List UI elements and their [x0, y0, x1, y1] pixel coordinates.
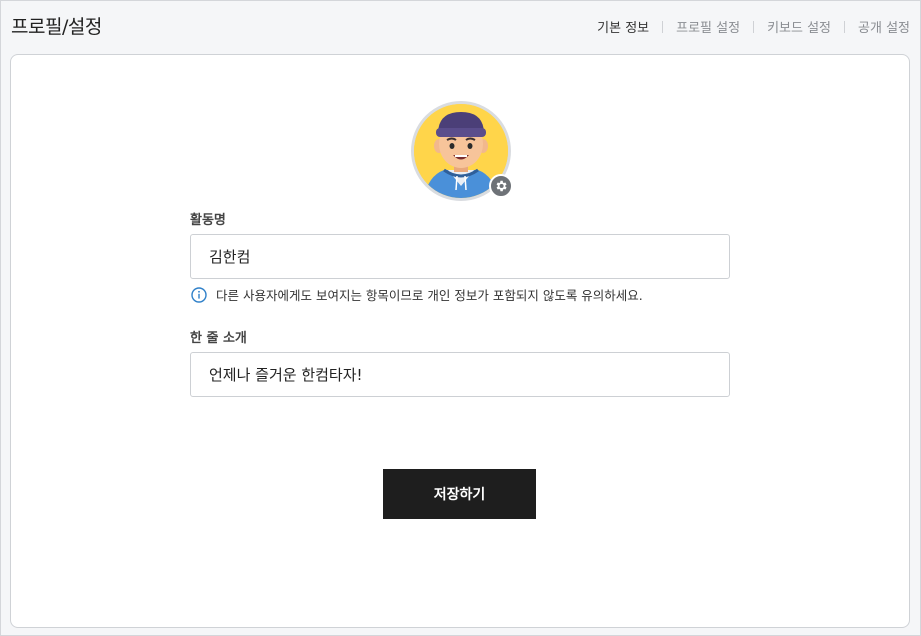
gear-icon [496, 180, 507, 192]
tab-keyboard-settings[interactable]: 키보드 설정 [767, 17, 831, 36]
intro-input[interactable] [190, 352, 730, 397]
nickname-hint: 다른 사용자에게도 보여지는 항목이므로 개인 정보가 포함되지 않도록 유의하… [191, 285, 643, 304]
nickname-label: 활동명 [190, 213, 226, 228]
settings-tabs: 기본 정보 프로필 설정 키보드 설정 공개 설정 [597, 17, 910, 36]
save-button[interactable]: 저장하기 [383, 469, 536, 519]
tab-divider [844, 20, 846, 33]
tab-divider [662, 20, 664, 33]
tab-privacy-settings[interactable]: 공개 설정 [858, 17, 910, 36]
hint-text: 다른 사용자에게도 보여지는 항목이므로 개인 정보가 포함되지 않도록 유의하… [216, 288, 643, 303]
page-title: 프로필/설정 [11, 16, 102, 38]
nickname-input[interactable] [190, 234, 730, 279]
tab-profile-settings[interactable]: 프로필 설정 [676, 17, 740, 36]
profile-panel: 활동명 다른 사용자에게도 보여지는 항목이므로 개인 정보가 포함되지 않도록… [10, 54, 910, 628]
header: 프로필/설정 기본 정보 프로필 설정 키보드 설정 공개 설정 [1, 1, 920, 51]
tab-basic-info[interactable]: 기본 정보 [597, 17, 649, 36]
avatar-settings-button[interactable] [489, 174, 513, 198]
tab-divider [753, 20, 755, 33]
avatar-container [411, 101, 513, 201]
profile-settings-window: 프로필/설정 기본 정보 프로필 설정 키보드 설정 공개 설정 활동명 김한컴… [0, 0, 921, 636]
info-icon [191, 286, 207, 303]
intro-label: 한 줄 소개 [190, 331, 247, 346]
